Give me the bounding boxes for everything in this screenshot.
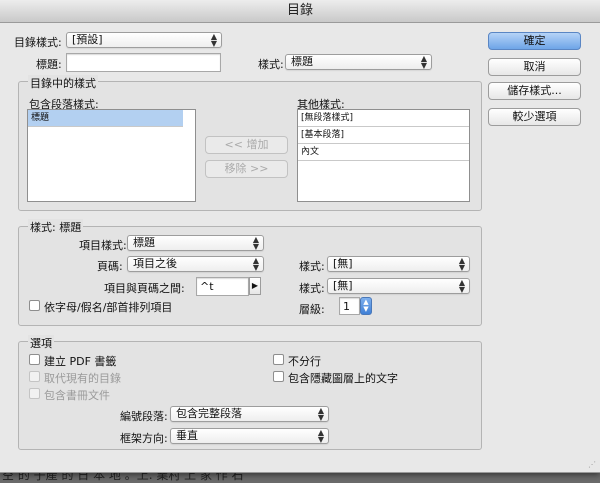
updown-arrows-icon: ▲ ▼ xyxy=(317,428,324,444)
numbered-paragraphs-select[interactable]: 包含完整段落 ▲ ▼ xyxy=(170,406,329,422)
page-number-style-select[interactable]: [無] ▲ ▼ xyxy=(327,256,470,272)
other-styles-list[interactable]: [無段落樣式] [基本段落] 內文 xyxy=(297,109,470,202)
updown-arrows-icon: ▲ ▼ xyxy=(420,54,427,70)
sort-alphabetical-checkbox[interactable] xyxy=(29,300,40,311)
include-hidden-layers-checkbox[interactable] xyxy=(273,371,284,382)
resize-grip-icon[interactable]: ⋰ xyxy=(588,460,597,469)
run-in-checkbox[interactable] xyxy=(273,354,284,365)
options-title: 選項 xyxy=(28,335,54,351)
special-char-menu-button[interactable]: ▶ xyxy=(249,277,261,295)
triangle-right-icon: ▶ xyxy=(251,281,259,290)
frame-direction-select[interactable]: 垂直 ▲ ▼ xyxy=(170,428,329,444)
toc-style-value: [預設] xyxy=(72,33,103,46)
include-hidden-layers-label: 包含隱藏圖層上的文字 xyxy=(288,372,398,385)
ok-button[interactable]: 確定 xyxy=(488,32,581,50)
list-item[interactable]: [無段落樣式] xyxy=(298,110,469,127)
toc-dialog: 目錄 目錄樣式: [預設] ▲ ▼ 標題: 樣式: 標題 ▲ ▼ 確定 取消 儲存樣… xyxy=(0,0,600,473)
sort-alphabetical-label: 依字母/假名/部首排列項目 xyxy=(44,301,173,314)
create-pdf-bookmarks-checkbox[interactable] xyxy=(29,354,40,365)
entry-style-value: 標題 xyxy=(133,236,155,249)
fewer-options-button[interactable]: 較少選項 xyxy=(488,108,581,126)
page-number-select[interactable]: 項目之後 ▲ ▼ xyxy=(127,256,264,272)
updown-arrows-icon: ▲ ▼ xyxy=(317,406,324,422)
styles-in-toc-title: 目錄中的樣式 xyxy=(28,75,98,91)
include-book-label: 包含書冊文件 xyxy=(44,389,110,402)
style-section-title: 樣式: 標題 xyxy=(28,219,84,235)
title-label: 標題: xyxy=(36,58,62,71)
between-input[interactable]: ^t xyxy=(196,277,249,296)
dialog-title: 目錄 xyxy=(0,0,600,23)
level-label: 層級: xyxy=(299,303,325,316)
page-number-style-value: [無] xyxy=(333,257,353,270)
create-pdf-bookmarks-label: 建立 PDF 書籤 xyxy=(44,355,117,368)
include-book-checkbox[interactable] xyxy=(29,388,40,399)
list-item[interactable]: 內文 xyxy=(298,144,469,161)
page-number-value: 項目之後 xyxy=(133,257,177,270)
between-label: 項目與頁碼之間: xyxy=(104,282,185,295)
entry-style-label: 項目樣式: xyxy=(79,239,127,252)
frame-direction-label: 框架方向: xyxy=(120,432,168,445)
toc-style-label: 目錄樣式: xyxy=(14,36,62,49)
level-stepper[interactable]: ▲ ▼ xyxy=(360,297,372,315)
replace-existing-label: 取代現有的目錄 xyxy=(44,372,121,385)
numbered-paragraphs-label: 編號段落: xyxy=(120,410,168,423)
updown-arrows-icon: ▲ ▼ xyxy=(458,278,465,294)
title-style-label: 樣式: xyxy=(258,58,284,71)
include-styles-list[interactable]: 標題 xyxy=(27,109,196,202)
entry-style-select[interactable]: 標題 ▲ ▼ xyxy=(127,235,264,251)
run-in-label: 不分行 xyxy=(288,355,321,368)
page-number-label: 頁碼: xyxy=(97,260,123,273)
updown-arrows-icon: ▲ ▼ xyxy=(458,256,465,272)
replace-existing-checkbox[interactable] xyxy=(29,371,40,382)
between-style-label: 樣式: xyxy=(299,282,325,295)
title-style-value: 標題 xyxy=(291,55,313,68)
cancel-button[interactable]: 取消 xyxy=(488,58,581,76)
title-style-select[interactable]: 標題 ▲ ▼ xyxy=(285,54,432,70)
chevron-down-icon: ▼ xyxy=(363,305,369,313)
between-style-select[interactable]: [無] ▲ ▼ xyxy=(327,278,470,294)
list-item[interactable]: 標題 xyxy=(28,110,183,127)
between-style-value: [無] xyxy=(333,279,353,292)
level-input[interactable]: 1 xyxy=(339,297,360,315)
save-style-button[interactable]: 儲存樣式... xyxy=(488,82,581,100)
frame-direction-value: 垂直 xyxy=(176,429,198,442)
numbered-paragraphs-value: 包含完整段落 xyxy=(176,407,242,420)
page-number-style-label: 樣式: xyxy=(299,260,325,273)
list-item[interactable]: [基本段落] xyxy=(298,127,469,144)
updown-arrows-icon: ▲ ▼ xyxy=(252,235,259,251)
remove-button[interactable]: 移除 >> xyxy=(205,160,288,178)
add-button[interactable]: << 增加 xyxy=(205,136,288,154)
title-input[interactable] xyxy=(66,53,221,72)
updown-arrows-icon: ▲ ▼ xyxy=(252,256,259,272)
updown-arrows-icon: ▲ ▼ xyxy=(210,32,217,48)
toc-style-select[interactable]: [預設] ▲ ▼ xyxy=(66,32,222,48)
